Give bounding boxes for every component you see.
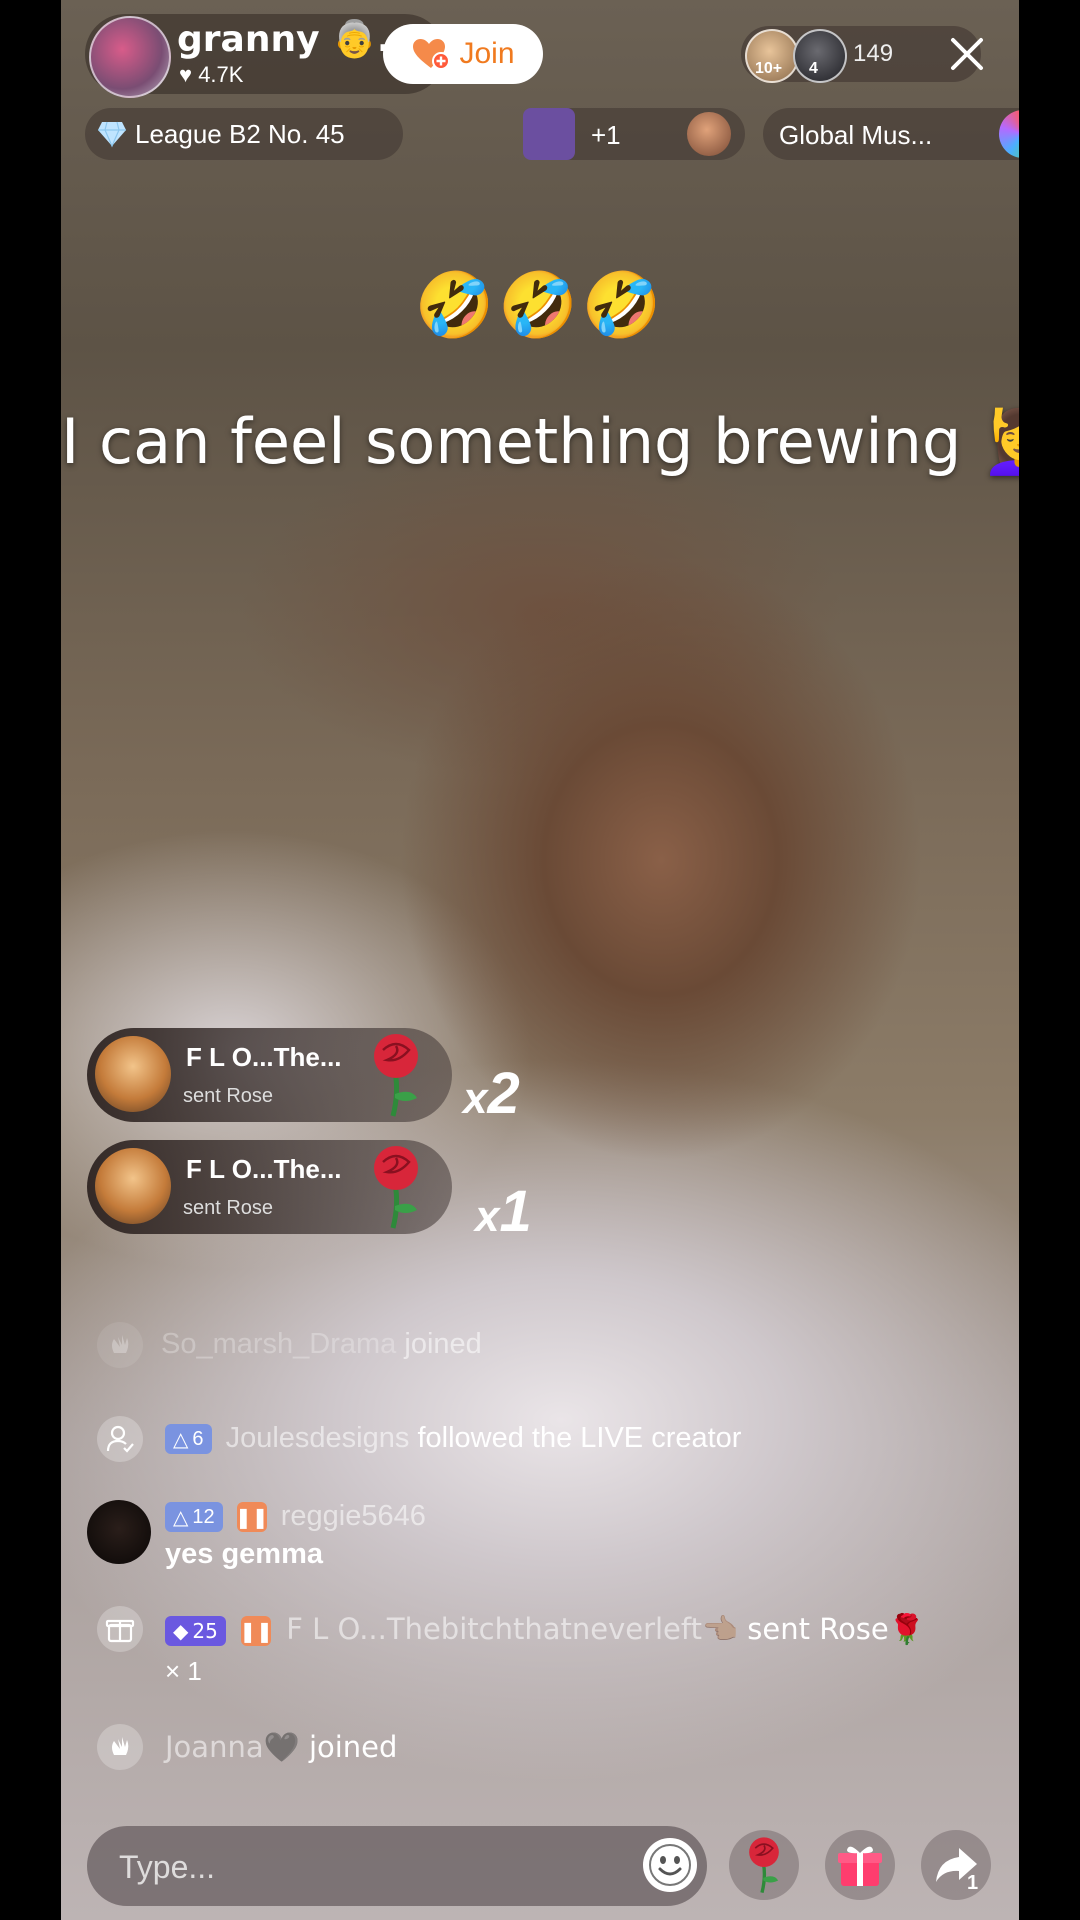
chat-join-message: Joanna🖤 joined [165, 1730, 397, 1765]
diamond-level-icon: ◆ [173, 1619, 189, 1643]
level-badge: △ 6 [165, 1424, 212, 1455]
wave-icon [97, 1322, 143, 1368]
chat-follow-message: △ 6 Joulesdesigns followed the LIVE creat… [165, 1422, 741, 1455]
live-video-stage: granny 👵... ♥ 4.7K Join 10+ 4 149 League… [61, 0, 1019, 1920]
gift-sender-avatar[interactable] [95, 1036, 171, 1112]
chat-join-message: So_marsh_Drama joined [161, 1328, 482, 1361]
level-value: 12 [192, 1505, 215, 1528]
gift-count-value: 2 [487, 1061, 520, 1126]
gift-button[interactable] [825, 1830, 895, 1900]
rose-gift-button[interactable] [729, 1830, 799, 1900]
chat-gift-action: sent Rose🌹 [747, 1612, 925, 1646]
comment-input[interactable] [117, 1830, 621, 1904]
host-name: granny 👵... [177, 19, 418, 60]
gift-sender-name: F L O...The... [186, 1042, 342, 1072]
chat-username[interactable]: So_marsh_Drama [161, 1328, 396, 1360]
overlay-emojis: 🤣🤣🤣 [414, 269, 666, 343]
gift-action: sent Rose [183, 1085, 274, 1107]
gift-count-prefix: x [463, 1074, 488, 1123]
heart-icon: ♥ [179, 62, 193, 87]
second-viewer-avatar[interactable] [793, 29, 847, 83]
gift-count-value: 1 [499, 1179, 532, 1244]
gift-box-icon [838, 1846, 882, 1886]
chat-join-action: joined [308, 1730, 398, 1764]
ranking-avatar [687, 112, 731, 156]
rose-icon [374, 1146, 418, 1229]
chat-gift-message: ◆ 25 ❚❚ F L O...Thebitchthatneverleft👈🏽 s… [165, 1612, 925, 1647]
level-value: 25 [192, 1619, 218, 1643]
gift-sender-avatar[interactable] [95, 1148, 171, 1224]
smiley-icon [649, 1844, 691, 1886]
chat-avatar[interactable] [87, 1500, 151, 1564]
rose-icon [749, 1837, 779, 1894]
second-viewer-badge: 4 [809, 60, 818, 77]
fan-badge: ❚❚ [239, 1616, 273, 1646]
chat-comment-header: △ 12 ❚❚ reggie5646 [165, 1500, 426, 1533]
close-icon[interactable] [941, 28, 993, 80]
heart-plus-icon [413, 39, 451, 70]
gift-count: x2 [463, 1060, 520, 1127]
share-count: 1 [967, 1872, 979, 1894]
gift-action: sent Rose [183, 1197, 274, 1219]
share-button[interactable] [921, 1830, 991, 1900]
chat-username[interactable]: F L O...Thebitchthatneverleft👈🏽 [286, 1612, 738, 1646]
music-label: Global Mus... [779, 120, 933, 150]
join-button[interactable]: Join [383, 24, 543, 84]
viewer-count[interactable]: 149 [853, 40, 893, 68]
chat-join-action: joined [404, 1328, 482, 1360]
diamond-icon [98, 121, 126, 148]
fan-badge: ❚❚ [235, 1502, 268, 1533]
chat-username[interactable]: reggie5646 [281, 1500, 426, 1532]
level-icon: △ [173, 1506, 189, 1529]
level-icon: △ [173, 1428, 189, 1451]
gift-icon [97, 1606, 143, 1652]
league-label: League B2 No. 45 [135, 118, 345, 149]
overlay-caption: I can feel something brewing 💆‍♀️ [61, 405, 1019, 478]
top-viewer-badge: 10+ [755, 60, 783, 77]
level-badge: △ 12 [165, 1502, 223, 1533]
emoji-button[interactable] [643, 1838, 697, 1892]
chat-username[interactable]: Joanna🖤 [165, 1730, 300, 1764]
wave-icon [97, 1724, 143, 1770]
level-value: 6 [192, 1427, 204, 1450]
gift-count-prefix: x [475, 1192, 500, 1241]
host-likes: ♥ 4.7K [179, 62, 243, 88]
league-pill[interactable]: League B2 No. 45 [85, 108, 403, 160]
level-badge: ◆ 25 [165, 1616, 226, 1646]
chat-comment-text: yes gemma [165, 1538, 323, 1570]
follow-user-icon [97, 1416, 143, 1462]
gift-count: x1 [475, 1178, 532, 1245]
chat-follow-action: followed the LIVE creator [417, 1422, 742, 1454]
chat-username[interactable]: Joulesdesigns [226, 1422, 410, 1454]
join-label: Join [459, 37, 515, 70]
host-avatar[interactable] [89, 16, 171, 98]
ranking-thumbnail [523, 108, 575, 160]
rose-icon [374, 1034, 418, 1117]
ranking-more: +1 [591, 120, 621, 150]
chat-gift-count: × 1 [165, 1656, 202, 1686]
gift-sender-name: F L O...The... [186, 1154, 342, 1184]
host-likes-count: 4.7K [198, 62, 244, 87]
